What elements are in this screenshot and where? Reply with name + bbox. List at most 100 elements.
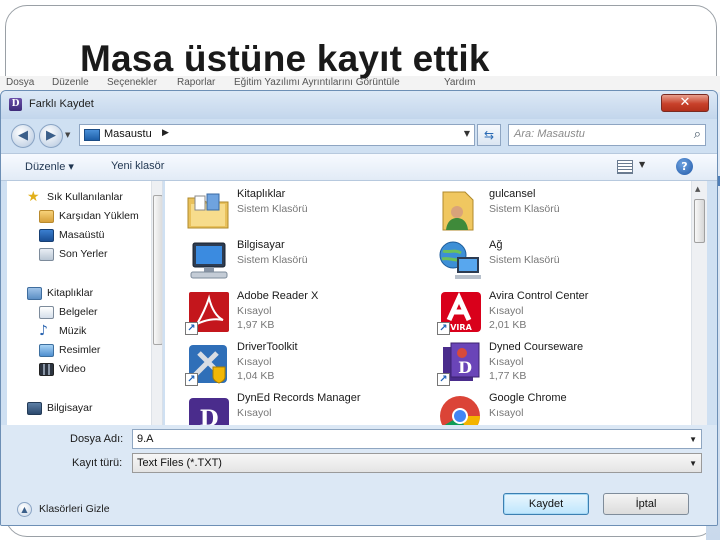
nav-item-label: Bilgisayar xyxy=(47,402,93,414)
nav-item-documents[interactable]: Belgeler xyxy=(7,304,153,322)
file-item-driver-toolkit[interactable]: ↗ DriverToolkit Kısayol 1,04 KB xyxy=(185,339,435,387)
nav-item-music[interactable]: ♪ Müzik xyxy=(7,323,153,341)
app-icon: D xyxy=(9,98,22,111)
forward-button[interactable]: ▶ xyxy=(39,124,63,148)
file-type: Sistem Klasörü xyxy=(489,254,560,266)
nav-item-label: Resimler xyxy=(59,344,101,356)
file-type: Sistem Klasörü xyxy=(489,203,560,215)
breadcrumb-arrow-icon[interactable]: ▶ xyxy=(162,128,169,138)
file-list-scroll-thumb[interactable] xyxy=(694,199,705,243)
savetype-select[interactable]: Text Files (*.TXT) ▼ xyxy=(132,453,702,473)
network-icon xyxy=(437,239,483,283)
file-type: Kısayol xyxy=(489,305,524,317)
nav-item-label: Kitaplıklar xyxy=(47,287,94,299)
file-item-network[interactable]: Ağ Sistem Klasörü xyxy=(437,237,687,285)
file-name: Kitaplıklar xyxy=(237,188,286,200)
filename-field[interactable]: 9.A ▼ xyxy=(132,429,702,449)
shortcut-arrow-icon: ↗ xyxy=(185,322,198,335)
slide-title: Masa üstüne kayıt ettik xyxy=(80,38,490,79)
file-name: Ağ xyxy=(489,239,503,251)
file-size: 1,77 KB xyxy=(489,370,527,382)
search-icon[interactable]: ⌕ xyxy=(694,127,701,142)
back-button[interactable]: ◀ xyxy=(11,124,35,148)
user-folder-icon xyxy=(437,188,483,232)
svg-text:VIRA: VIRA xyxy=(450,323,472,332)
file-item-libraries[interactable]: Kitaplıklar Sistem Klasörü xyxy=(185,186,435,234)
refresh-button[interactable]: ⇆ xyxy=(477,124,501,146)
file-item-user[interactable]: gulcansel Sistem Klasörü xyxy=(437,186,687,234)
new-folder-button[interactable]: Yeni klasör xyxy=(111,160,164,172)
search-placeholder: Ara: Masaustu xyxy=(514,128,585,140)
file-type: Sistem Klasörü xyxy=(237,254,308,266)
savetype-dropdown-icon[interactable]: ▼ xyxy=(689,459,697,468)
nav-item-label: Belgeler xyxy=(59,306,98,318)
file-item-avira[interactable]: VIRA ↗ Avira Control Center Kısayol 2,01… xyxy=(437,288,687,336)
file-name: Adobe Reader X xyxy=(237,290,319,302)
nav-item-desktop[interactable]: Masaüstü xyxy=(7,227,153,245)
nav-item-pictures[interactable]: Resimler xyxy=(7,342,153,360)
libraries-icon xyxy=(27,287,42,300)
nav-item-label: Video xyxy=(59,363,86,375)
file-type: Sistem Klasörü xyxy=(237,203,308,215)
dialog-titlebar[interactable]: D Farklı Kaydet ✕ xyxy=(1,91,717,119)
organize-button[interactable]: Düzenle ▾ xyxy=(25,160,74,173)
nav-item-recent-places[interactable]: Son Yerler xyxy=(7,246,153,264)
address-text[interactable]: Masaustu xyxy=(104,128,152,140)
address-bar[interactable]: Masaustu ▶ ▼ xyxy=(79,124,475,146)
view-dropdown-icon[interactable]: ▼ xyxy=(639,160,645,169)
star-icon: ★ xyxy=(27,189,40,205)
nav-item-downloads[interactable]: Karşıdan Yüklem xyxy=(7,208,153,226)
file-type: Kısayol xyxy=(237,305,272,317)
filename-value[interactable]: 9.A xyxy=(137,433,154,445)
dialog-toolbar: Düzenle ▾ Yeni klasör ▼ ? xyxy=(1,153,717,181)
filename-label: Dosya Adı: xyxy=(70,433,124,445)
savetype-label: Kayıt türü: xyxy=(72,457,123,469)
navigation-pane-scroll-thumb[interactable] xyxy=(153,195,162,345)
file-item-adobe-reader[interactable]: ↗ Adobe Reader X Kısayol 1,97 KB xyxy=(185,288,435,336)
shortcut-arrow-icon: ↗ xyxy=(185,373,198,386)
close-button[interactable]: ✕ xyxy=(661,94,709,112)
file-item-computer[interactable]: Bilgisayar Sistem Klasörü xyxy=(185,237,435,285)
nav-item-computer[interactable]: Bilgisayar xyxy=(7,400,153,418)
file-item-dyned-courseware[interactable]: D ↗ Dyned Courseware Kısayol 1,77 KB xyxy=(437,339,687,387)
save-as-dialog: D Farklı Kaydet ✕ ◀ ▶ ▼ Masaustu ▶ ▼ ⇆ A… xyxy=(0,90,718,526)
file-name: Google Chrome xyxy=(489,392,567,404)
desktop-icon xyxy=(39,229,54,242)
cancel-button[interactable]: İptal xyxy=(603,493,689,515)
nav-item-label: Masaüstü xyxy=(59,229,105,241)
save-button[interactable]: Kaydet xyxy=(503,493,589,515)
hide-folders-label[interactable]: Klasörleri Gizle xyxy=(39,503,110,515)
recent-places-icon xyxy=(39,248,54,261)
nav-item-video[interactable]: Video xyxy=(7,361,153,379)
nav-item-label: Sık Kullanılanlar xyxy=(47,191,123,203)
file-type: Kısayol xyxy=(237,407,272,419)
nav-item-label: Son Yerler xyxy=(59,248,108,260)
shortcut-arrow-icon: ↗ xyxy=(437,373,450,386)
adobe-reader-icon: ↗ xyxy=(185,290,231,335)
download-folder-icon xyxy=(39,210,54,223)
filename-dropdown-icon[interactable]: ▼ xyxy=(689,435,697,444)
view-options-icon[interactable] xyxy=(617,160,633,174)
video-icon xyxy=(39,363,54,376)
savetype-value[interactable]: Text Files (*.TXT) xyxy=(137,457,222,469)
nav-item-label: Karşıdan Yüklem xyxy=(59,210,139,222)
file-name: DynEd Records Manager xyxy=(237,392,361,404)
hide-folders-toggle[interactable]: ▲ Klasörleri Gizle xyxy=(15,500,145,518)
nav-item-favorites[interactable]: ★ Sık Kullanılanlar xyxy=(7,189,153,207)
shortcut-arrow-icon: ↗ xyxy=(437,322,450,335)
nav-item-libraries[interactable]: Kitaplıklar xyxy=(7,285,153,303)
slide: Dosya Düzenle Seçenekler Raporlar Eğitim… xyxy=(0,0,720,540)
scroll-up-icon[interactable]: ▲ xyxy=(695,185,700,193)
search-input[interactable]: Ara: Masaustu ⌕ xyxy=(508,124,706,146)
address-dropdown-icon[interactable]: ▼ xyxy=(464,129,470,138)
libraries-folder-icon xyxy=(185,188,231,232)
help-icon[interactable]: ? xyxy=(676,158,693,175)
file-size: 1,04 KB xyxy=(237,370,275,382)
file-name: Bilgisayar xyxy=(237,239,285,251)
recent-pages-dropdown[interactable]: ▼ xyxy=(65,131,70,139)
svg-text:D: D xyxy=(458,358,472,377)
bg-menu-dosya: Dosya xyxy=(6,77,35,88)
file-name: Avira Control Center xyxy=(489,290,589,302)
pictures-icon xyxy=(39,344,54,357)
collapse-icon[interactable]: ▲ xyxy=(17,502,32,517)
